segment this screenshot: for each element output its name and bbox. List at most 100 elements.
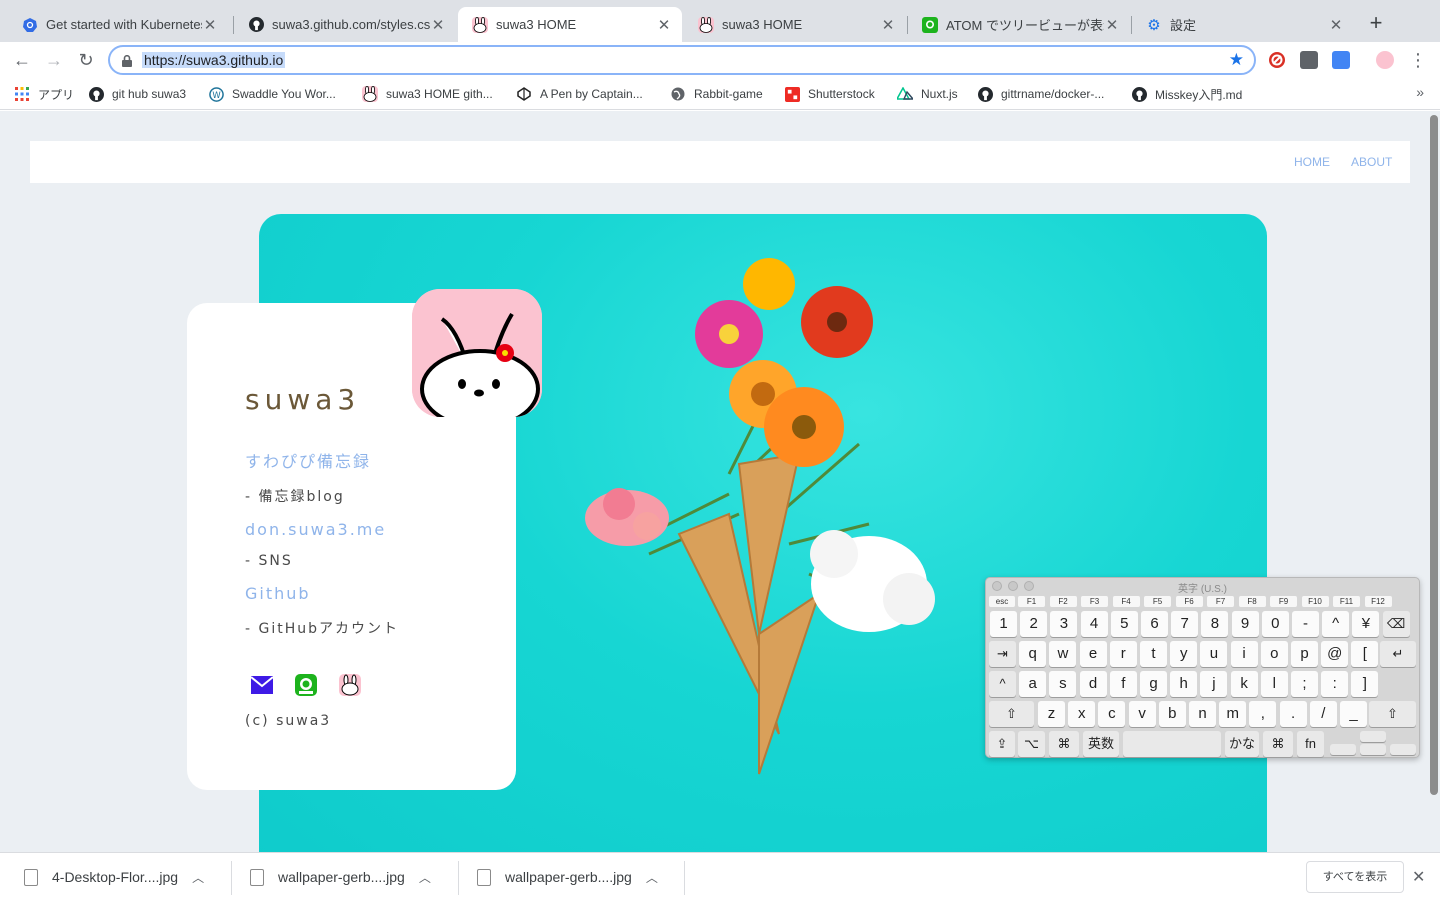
key[interactable]: 9 xyxy=(1231,611,1259,637)
key[interactable]: ⌘ xyxy=(1049,731,1079,757)
key[interactable]: F6 xyxy=(1175,596,1203,607)
close-icon[interactable]: ✕ xyxy=(202,16,218,34)
arrow-key[interactable] xyxy=(1360,731,1386,742)
key[interactable]: ⇪ xyxy=(989,731,1015,757)
key[interactable]: s xyxy=(1049,671,1077,697)
key[interactable]: 7 xyxy=(1171,611,1199,637)
key[interactable]: 1 xyxy=(990,611,1017,637)
tab-suwa3-home[interactable]: suwa3 HOME ✕ xyxy=(684,7,906,42)
bookmark-nuxt[interactable]: Nuxt.js xyxy=(897,84,958,104)
key[interactable]: d xyxy=(1079,671,1107,697)
key[interactable]: ↵ xyxy=(1380,641,1416,667)
tab-styles-css[interactable]: suwa3.github.com/styles.css ✕ xyxy=(234,7,456,42)
key[interactable]: [ xyxy=(1351,641,1379,667)
arrow-key[interactable] xyxy=(1390,744,1416,755)
key[interactable]: 2 xyxy=(1020,611,1048,637)
download-item[interactable]: wallpaper-gerb....jpg ︿ xyxy=(250,853,431,900)
close-icon[interactable]: ✕ xyxy=(1412,867,1425,887)
translate-icon[interactable] xyxy=(1332,51,1350,69)
mail-icon[interactable] xyxy=(250,674,274,696)
close-icon[interactable]: ✕ xyxy=(430,16,446,34)
close-icon[interactable]: ✕ xyxy=(880,16,896,34)
extension-shield-icon[interactable] xyxy=(1300,51,1318,69)
link-sns[interactable]: don.suwa3.me xyxy=(245,520,386,539)
bookmark-rabbit-game[interactable]: Rabbit-game xyxy=(670,84,763,104)
key[interactable]: 3 xyxy=(1050,611,1078,637)
key[interactable]: F1 xyxy=(1018,596,1045,607)
key[interactable]: q xyxy=(1019,641,1047,667)
key[interactable]: ⇧ xyxy=(1369,701,1416,727)
key[interactable]: 英数 xyxy=(1083,731,1119,757)
key[interactable]: F8 xyxy=(1238,596,1266,607)
key[interactable]: ⌫ xyxy=(1382,611,1410,637)
key[interactable]: F5 xyxy=(1144,596,1171,607)
key[interactable]: ⌘ xyxy=(1263,731,1293,757)
bookmark-misskey[interactable]: Misskey入門.md xyxy=(1131,84,1242,104)
keyboard-viewer[interactable]: 英字 (U.S.) esc F1 F2 F3 F4 F5 F6 F7 F8 F9 F10 F11 F12… xyxy=(985,577,1420,758)
key[interactable]: ¥ xyxy=(1352,611,1380,637)
bookmark-codepen[interactable]: A Pen by Captain... xyxy=(516,84,643,104)
chevron-up-icon[interactable]: ︿ xyxy=(646,869,658,886)
tab-kubernetes[interactable]: Get started with Kubernetes ✕ xyxy=(8,7,228,42)
key[interactable]: F10 xyxy=(1301,596,1329,607)
tab-suwa3-home-active[interactable]: suwa3 HOME ✕ xyxy=(458,7,682,42)
key[interactable]: ^ xyxy=(1322,611,1350,637)
key[interactable]: - xyxy=(1292,611,1319,637)
key[interactable]: ; xyxy=(1291,671,1318,697)
arrow-key[interactable] xyxy=(1330,744,1356,755)
key[interactable]: 0 xyxy=(1261,611,1289,637)
key[interactable]: ^ xyxy=(989,671,1016,697)
key[interactable]: かな xyxy=(1225,731,1259,757)
download-item[interactable]: wallpaper-gerb....jpg ︿ xyxy=(477,853,658,900)
key[interactable]: r xyxy=(1109,641,1137,667)
key[interactable]: , xyxy=(1249,701,1277,727)
key[interactable]: F9 xyxy=(1270,596,1297,607)
key[interactable] xyxy=(1123,731,1221,757)
key[interactable]: F2 xyxy=(1049,596,1077,607)
link-blog[interactable]: すわぴぴ備忘録 xyxy=(245,448,371,472)
key[interactable]: v xyxy=(1128,701,1156,727)
key[interactable]: z xyxy=(1038,701,1065,727)
key[interactable]: esc xyxy=(989,596,1015,607)
close-icon[interactable]: ✕ xyxy=(1328,16,1344,34)
key[interactable]: F7 xyxy=(1207,596,1234,607)
key[interactable]: u xyxy=(1200,641,1228,667)
menu-dots-icon[interactable]: ⋮ xyxy=(1406,48,1430,72)
key[interactable]: c xyxy=(1098,701,1126,727)
key[interactable]: i xyxy=(1230,641,1258,667)
key[interactable]: w xyxy=(1049,641,1077,667)
new-tab-button[interactable]: + xyxy=(1364,12,1388,36)
bookmark-apps[interactable]: アプリ xyxy=(14,84,74,104)
forward-arrow-icon[interactable]: → xyxy=(42,48,66,72)
key[interactable]: p xyxy=(1291,641,1318,667)
key[interactable]: y xyxy=(1170,641,1198,667)
extension-stop-icon[interactable] xyxy=(1268,51,1286,69)
bookmark-github-suwa3[interactable]: git hub suwa3 xyxy=(88,84,186,104)
key[interactable]: ] xyxy=(1351,671,1379,697)
nav-about-link[interactable]: ABOUT xyxy=(1351,155,1392,169)
page-scrollbar[interactable] xyxy=(1430,115,1438,795)
key[interactable]: / xyxy=(1309,701,1337,727)
reload-icon[interactable]: ↻ xyxy=(74,48,98,72)
key[interactable]: g xyxy=(1140,671,1167,697)
chevron-up-icon[interactable]: ︿ xyxy=(419,869,431,886)
bookmark-star-icon[interactable]: ★ xyxy=(1229,50,1244,70)
key[interactable]: F4 xyxy=(1112,596,1140,607)
key[interactable]: o xyxy=(1260,641,1288,667)
key[interactable]: ⇧ xyxy=(989,701,1034,727)
key[interactable]: x xyxy=(1068,701,1096,727)
tab-atom[interactable]: ATOM でツリービューが表示さ ✕ xyxy=(908,7,1130,42)
key[interactable]: F12 xyxy=(1364,596,1392,607)
key[interactable]: t xyxy=(1140,641,1167,667)
key[interactable]: a xyxy=(1019,671,1047,697)
key[interactable]: F3 xyxy=(1081,596,1108,607)
back-arrow-icon[interactable]: ← xyxy=(10,48,34,72)
key[interactable]: n xyxy=(1189,701,1216,727)
tab-settings[interactable]: ⚙ 設定 ✕ xyxy=(1132,7,1354,42)
key[interactable]: ⇥ xyxy=(989,641,1016,667)
key[interactable]: 5 xyxy=(1110,611,1138,637)
show-all-downloads-button[interactable]: すべてを表示 xyxy=(1306,861,1404,893)
key[interactable]: F11 xyxy=(1333,596,1360,607)
key[interactable]: . xyxy=(1279,701,1307,727)
bookmark-docker[interactable]: gittrname/docker-... xyxy=(977,84,1104,104)
